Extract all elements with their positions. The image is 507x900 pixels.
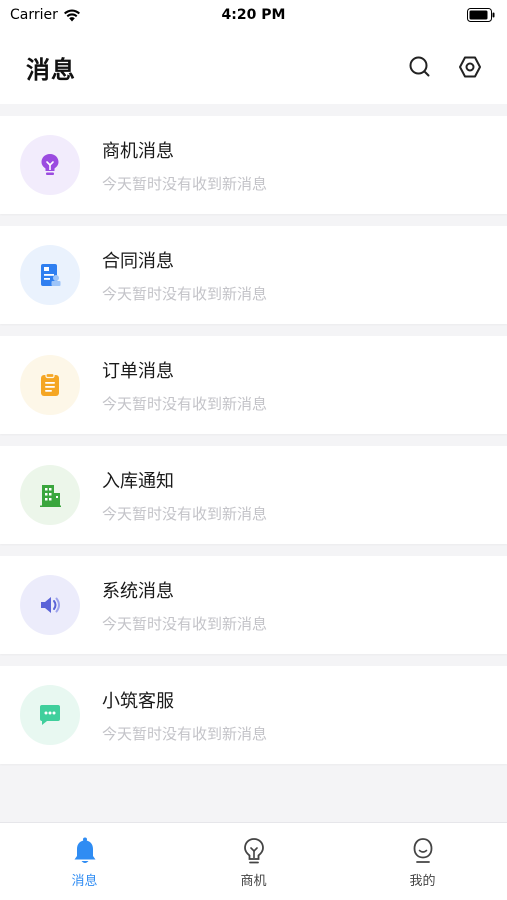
avatar xyxy=(20,135,80,195)
message-title: 系统消息 xyxy=(102,581,174,602)
avatar xyxy=(20,355,80,415)
message-subtitle: 今天暂时没有收到新消息 xyxy=(102,175,268,193)
message-list: 商机消息 今天暂时没有收到新消息 合同消息 今天暂时没有收到新消息 订单消息 今… xyxy=(0,116,507,776)
message-title: 订单消息 xyxy=(102,361,174,382)
tab-bar: 消息 商机 我的 xyxy=(0,822,507,900)
tab-opportunities[interactable]: 商机 xyxy=(169,823,338,900)
tab-label: 我的 xyxy=(409,874,436,889)
message-title: 合同消息 xyxy=(102,251,174,272)
search-button[interactable] xyxy=(407,54,433,80)
avatar xyxy=(20,685,80,745)
building-icon xyxy=(40,485,61,507)
header-actions xyxy=(407,54,483,80)
speaker-icon xyxy=(41,597,60,613)
contract-icon xyxy=(41,264,61,286)
gear-icon xyxy=(459,56,481,78)
message-item-warehouse[interactable]: 入库通知 今天暂时没有收到新消息 xyxy=(0,446,507,544)
message-subtitle: 今天暂时没有收到新消息 xyxy=(102,505,268,523)
message-item-opportunity[interactable]: 商机消息 今天暂时没有收到新消息 xyxy=(0,116,507,214)
search-icon xyxy=(409,56,430,77)
tab-profile[interactable]: 我的 xyxy=(338,823,507,900)
screen: Carrier 4:20 PM 消息 商机消息 今天暂时没有收到新消息 合同消息… xyxy=(0,0,507,900)
tab-label: 消息 xyxy=(71,874,98,889)
clock: 4:20 PM xyxy=(221,7,286,23)
message-item-order[interactable]: 订单消息 今天暂时没有收到新消息 xyxy=(0,336,507,434)
message-item-contract[interactable]: 合同消息 今天暂时没有收到新消息 xyxy=(0,226,507,324)
avatar xyxy=(20,245,80,305)
settings-button[interactable] xyxy=(457,54,483,80)
message-item-customer-service[interactable]: 小筑客服 今天暂时没有收到新消息 xyxy=(0,666,507,764)
lightbulb-icon xyxy=(41,154,59,175)
message-subtitle: 今天暂时没有收到新消息 xyxy=(102,615,268,633)
status-bar: Carrier 4:20 PM xyxy=(0,0,507,30)
bell-icon xyxy=(74,837,95,863)
message-subtitle: 今天暂时没有收到新消息 xyxy=(102,285,268,303)
tab-label: 商机 xyxy=(240,874,267,889)
message-title: 商机消息 xyxy=(102,141,174,162)
message-title: 入库通知 xyxy=(102,471,174,492)
clipboard-icon xyxy=(41,372,59,396)
page-title: 消息 xyxy=(26,55,76,84)
avatar xyxy=(20,575,80,635)
battery-icon xyxy=(467,8,495,22)
header: 消息 xyxy=(0,30,507,104)
avatar xyxy=(20,465,80,525)
message-item-system[interactable]: 系统消息 今天暂时没有收到新消息 xyxy=(0,556,507,654)
chat-icon xyxy=(40,705,60,725)
tab-messages[interactable]: 消息 xyxy=(0,823,169,900)
lightbulb-icon xyxy=(243,838,264,864)
message-subtitle: 今天暂时没有收到新消息 xyxy=(102,395,268,413)
message-title: 小筑客服 xyxy=(102,691,174,712)
message-subtitle: 今天暂时没有收到新消息 xyxy=(102,725,268,743)
user-icon xyxy=(413,838,432,863)
